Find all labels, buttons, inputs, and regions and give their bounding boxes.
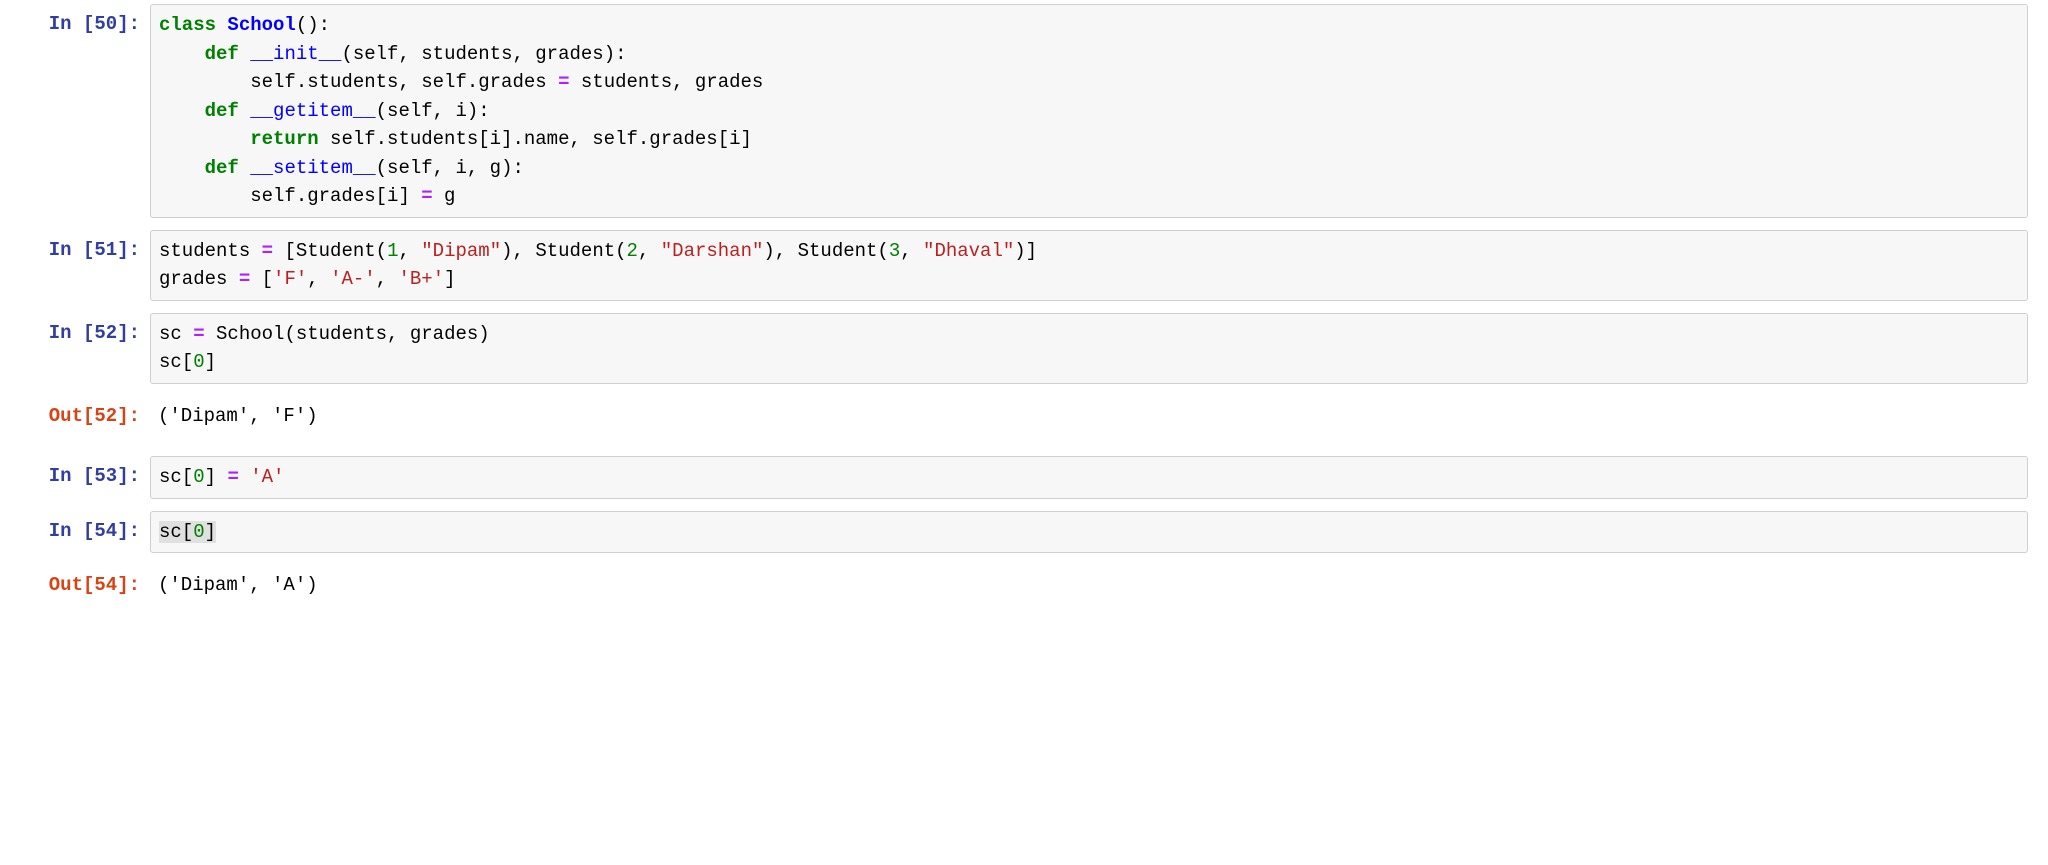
- code-text: ,: [307, 268, 330, 290]
- code-text: Student(: [296, 240, 387, 262]
- keyword-def: def: [205, 157, 239, 179]
- code-input-area[interactable]: class School(): def __init__(self, stude…: [150, 4, 2028, 218]
- string-literal: "Darshan": [661, 240, 764, 262]
- number-literal: 1: [387, 240, 398, 262]
- highlighted-code: sc[0]: [159, 521, 216, 543]
- string-literal: 'A': [250, 466, 284, 488]
- code-text: ]: [205, 351, 216, 373]
- code-text: ,: [398, 240, 421, 262]
- code-text: (): [296, 14, 319, 36]
- output-cell: Out[52]: ('Dipam', 'F'): [20, 396, 2028, 437]
- function-name: __init__: [250, 43, 341, 65]
- code-text: sc[: [159, 466, 193, 488]
- code-text: ): [501, 240, 512, 262]
- code-text: ]: [205, 466, 228, 488]
- operator: =: [227, 466, 238, 488]
- operator: =: [193, 323, 204, 345]
- code-text: [239, 466, 250, 488]
- number-literal: 0: [193, 466, 204, 488]
- code-text: [250, 268, 261, 290]
- output-text: ('Dipam', 'A'): [150, 565, 2028, 606]
- code-input-area[interactable]: sc = School(students, grades) sc[0]: [150, 313, 2028, 384]
- code-text: [159, 100, 205, 122]
- code-cell: In [53]: sc[0] = 'A': [20, 456, 2028, 499]
- code-input-area[interactable]: sc[0]: [150, 511, 2028, 554]
- code-cell: In [52]: sc = School(students, grades) s…: [20, 313, 2028, 384]
- code-text: self.students[i].name, self.grades[i]: [319, 128, 752, 150]
- operator: =: [262, 240, 273, 262]
- code-text: sc[: [159, 351, 193, 373]
- number-literal: 0: [193, 351, 204, 373]
- output-prompt: Out[52]:: [20, 396, 150, 431]
- class-name: School: [227, 14, 295, 36]
- code-cell: In [54]: sc[0]: [20, 511, 2028, 554]
- code-text: ): [763, 240, 774, 262]
- input-prompt: In [54]:: [20, 511, 150, 546]
- code-text: grades: [159, 268, 239, 290]
- output-text: ('Dipam', 'F'): [150, 396, 2028, 437]
- input-prompt: In [50]:: [20, 4, 150, 39]
- string-literal: 'B+': [399, 268, 445, 290]
- string-literal: 'A-': [330, 268, 376, 290]
- string-literal: "Dhaval": [923, 240, 1014, 262]
- input-prompt: In [52]:: [20, 313, 150, 348]
- code-text: ,: [775, 240, 798, 262]
- code-text: self.students, self.grades: [250, 71, 558, 93]
- code-text: :: [319, 14, 330, 36]
- code-text: students: [159, 240, 262, 262]
- code-text: ,: [638, 240, 661, 262]
- code-text: ): [1014, 240, 1025, 262]
- string-literal: 'F': [273, 268, 307, 290]
- code-text: [: [284, 240, 295, 262]
- function-name: __setitem__: [250, 157, 375, 179]
- code-text: Student(: [535, 240, 626, 262]
- code-cell: In [51]: students = [Student(1, "Dipam")…: [20, 230, 2028, 301]
- code-text: ,: [513, 240, 536, 262]
- code-text: ]: [205, 521, 216, 543]
- code-text: School(students, grades): [205, 323, 490, 345]
- keyword-def: def: [205, 43, 239, 65]
- code-text: students, grades: [569, 71, 763, 93]
- code-input-area[interactable]: students = [Student(1, "Dipam"), Student…: [150, 230, 2028, 301]
- code-text: [159, 43, 205, 65]
- input-prompt: In [53]:: [20, 456, 150, 491]
- operator: =: [558, 71, 569, 93]
- code-text: [159, 128, 250, 150]
- number-literal: 2: [627, 240, 638, 262]
- code-text: ,: [376, 268, 399, 290]
- code-cell: In [50]: class School(): def __init__(se…: [20, 4, 2028, 218]
- code-text: ]: [1026, 240, 1037, 262]
- string-literal: "Dipam": [421, 240, 501, 262]
- code-text: [159, 185, 250, 207]
- keyword-def: def: [205, 100, 239, 122]
- code-text: (self, i):: [376, 100, 490, 122]
- code-text: [159, 157, 205, 179]
- operator: =: [421, 185, 432, 207]
- output-cell: Out[54]: ('Dipam', 'A'): [20, 565, 2028, 606]
- code-text: sc: [159, 323, 193, 345]
- code-text: ]: [444, 268, 455, 290]
- output-prompt: Out[54]:: [20, 565, 150, 600]
- keyword-class: class: [159, 14, 216, 36]
- code-text: ,: [900, 240, 923, 262]
- operator: =: [239, 268, 250, 290]
- code-text: sc[: [159, 521, 193, 543]
- number-literal: 3: [889, 240, 900, 262]
- code-text: [273, 240, 284, 262]
- code-text: Student(: [798, 240, 889, 262]
- input-prompt: In [51]:: [20, 230, 150, 265]
- number-literal: 0: [193, 521, 204, 543]
- code-text: [: [262, 268, 273, 290]
- code-input-area[interactable]: sc[0] = 'A': [150, 456, 2028, 499]
- code-text: (self, i, g):: [376, 157, 524, 179]
- code-text: [159, 71, 250, 93]
- keyword-return: return: [250, 128, 318, 150]
- code-text: g: [433, 185, 456, 207]
- code-text: self.grades[i]: [250, 185, 421, 207]
- code-text: (self, students, grades):: [341, 43, 626, 65]
- function-name: __getitem__: [250, 100, 375, 122]
